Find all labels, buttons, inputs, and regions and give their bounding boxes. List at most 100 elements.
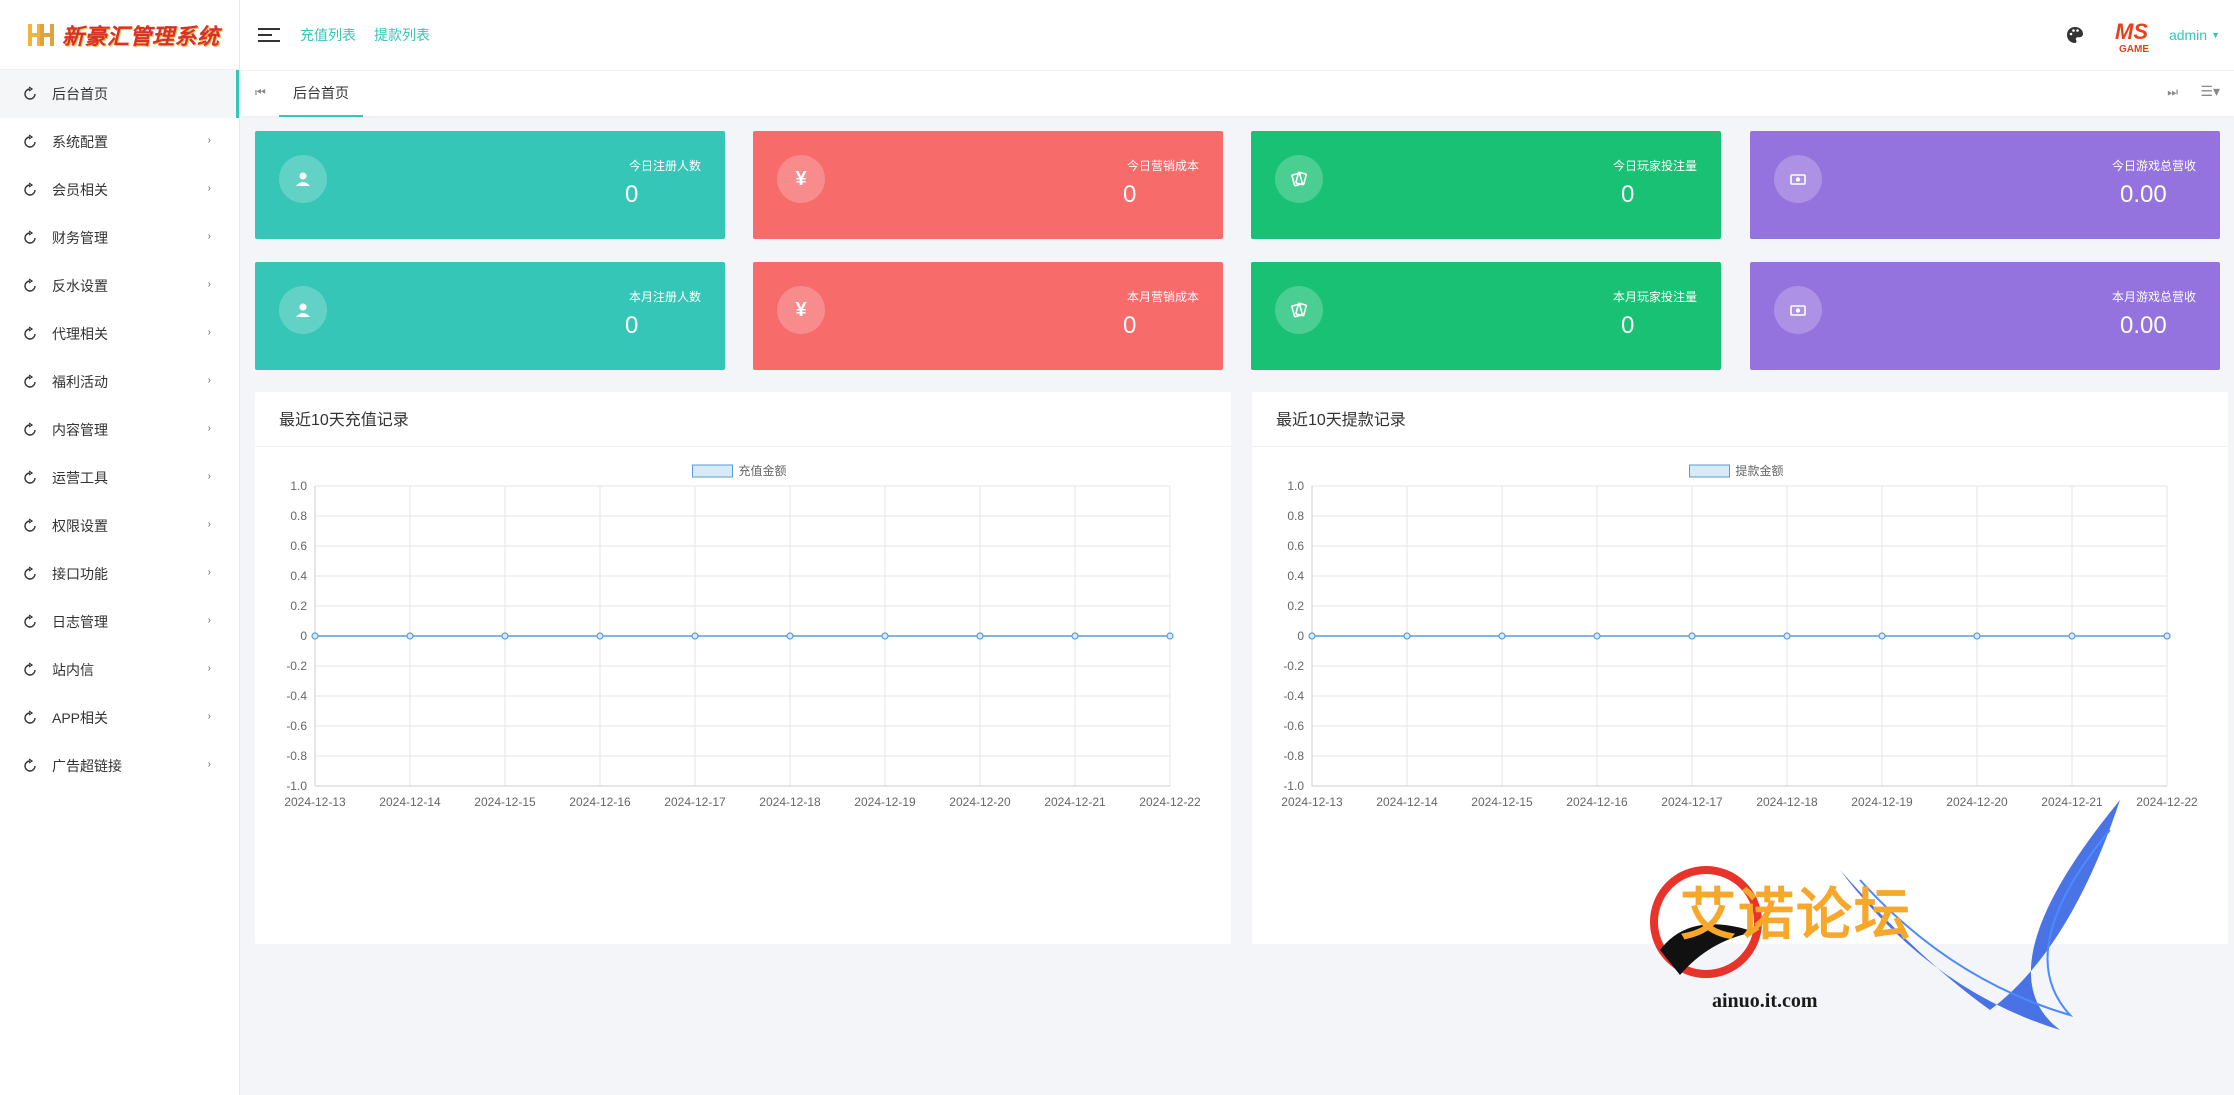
data-point[interactable] (976, 632, 984, 640)
data-point[interactable] (1783, 632, 1791, 640)
y-tick-label: -0.2 (286, 659, 307, 673)
tab-dashboard[interactable]: 后台首页 (279, 71, 363, 117)
sidebar-item-label: 系统配置 (52, 134, 108, 150)
tabs-scroll-right-icon[interactable]: ⏭ (2167, 85, 2178, 100)
data-point[interactable] (501, 632, 509, 640)
stat-value: 0 (625, 181, 639, 208)
y-tick-label: 0.4 (290, 569, 307, 583)
stat-card-month-1: ¥ 本月营销成本 0 (753, 262, 1223, 370)
menu-toggle-icon[interactable] (258, 24, 280, 46)
sidebar-item-1[interactable]: 系统配置 › (0, 118, 239, 166)
x-tick-label: 2024-12-22 (1139, 795, 1201, 809)
y-tick-label: 1.0 (290, 479, 307, 493)
sidebar-item-5[interactable]: 代理相关 › (0, 310, 239, 358)
avatar[interactable]: MS GAME (2111, 15, 2161, 55)
legend-swatch[interactable] (1689, 464, 1730, 478)
refresh-circle-icon (24, 710, 36, 724)
x-tick-label: 2024-12-13 (284, 795, 346, 809)
data-point[interactable] (1498, 632, 1506, 640)
chevron-right-icon: › (207, 375, 211, 386)
yen-icon: ¥ (777, 155, 825, 203)
chevron-right-icon: › (207, 615, 211, 626)
data-point[interactable] (1071, 632, 1079, 640)
sidebar-item-11[interactable]: 日志管理 › (0, 598, 239, 646)
stat-value: 0.00 (2120, 181, 2167, 208)
sidebar-item-8[interactable]: 运营工具 › (0, 454, 239, 502)
tabs-options-icon[interactable]: ☰▾ (2200, 83, 2220, 100)
data-point[interactable] (596, 632, 604, 640)
watermark-url: ainuo.it.com (1712, 990, 1818, 1012)
stat-label: 今日游戏总营收 (2111, 159, 2196, 173)
recharge-chart-title: 最近10天充值记录 (255, 392, 1231, 447)
sidebar-item-13[interactable]: APP相关 › (0, 694, 239, 742)
x-tick-label: 2024-12-16 (569, 795, 631, 809)
sidebar: 新豪汇管理系统 后台首页 系统配置 › 会员相关 › 财务管理 › 反水设置 › 代理相关 › 福利活… (0, 0, 240, 1095)
stat-value: 0 (1123, 312, 1137, 339)
data-point[interactable] (1308, 632, 1316, 640)
refresh-circle-icon (24, 422, 36, 436)
theme-palette-icon[interactable] (2065, 25, 2085, 45)
legend-swatch[interactable] (692, 464, 733, 478)
sidebar-item-label: 接口功能 (52, 566, 108, 582)
withdraw-list-link[interactable]: 提款列表 (374, 25, 430, 45)
sidebar-item-14[interactable]: 广告超链接 › (0, 742, 239, 790)
chevron-right-icon: › (207, 231, 211, 242)
sidebar-item-label: 内容管理 (52, 422, 108, 438)
svg-text:MS: MS (2115, 19, 2148, 44)
y-tick-label: 0.6 (290, 539, 307, 553)
chevron-right-icon: › (207, 711, 211, 722)
y-tick-label: -1.0 (286, 779, 307, 793)
sidebar-item-label: 站内信 (52, 662, 94, 678)
data-point[interactable] (2163, 632, 2171, 640)
stat-label: 本月游戏总营收 (2111, 290, 2196, 304)
stat-card-month-0: 本月注册人数 0 (255, 262, 725, 370)
tabs-scroll-left-icon[interactable]: ⏮ (255, 85, 266, 100)
chevron-right-icon: › (207, 663, 211, 674)
data-point[interactable] (311, 632, 319, 640)
sidebar-item-6[interactable]: 福利活动 › (0, 358, 239, 406)
data-point[interactable] (406, 632, 414, 640)
caret-down-icon[interactable]: ▼ (2211, 30, 2220, 40)
data-point[interactable] (2068, 632, 2076, 640)
data-point[interactable] (691, 632, 699, 640)
data-point[interactable] (1166, 632, 1174, 640)
data-point[interactable] (1878, 632, 1886, 640)
x-tick-label: 2024-12-14 (1376, 795, 1438, 809)
x-tick-label: 2024-12-15 (474, 795, 536, 809)
sidebar-item-9[interactable]: 权限设置 › (0, 502, 239, 550)
sidebar-item-3[interactable]: 财务管理 › (0, 214, 239, 262)
stat-value: 0 (1621, 181, 1635, 208)
sidebar-item-label: 反水设置 (52, 278, 108, 294)
watermark: 艾诺论坛 ainuo.it.com (1650, 800, 2130, 1060)
y-tick-label: 0.2 (290, 599, 307, 613)
sidebar-item-10[interactable]: 接口功能 › (0, 550, 239, 598)
user-menu[interactable]: admin (2169, 27, 2207, 43)
sidebar-item-4[interactable]: 反水设置 › (0, 262, 239, 310)
data-point[interactable] (1973, 632, 1981, 640)
data-point[interactable] (1403, 632, 1411, 640)
stat-card-today-0: 今日注册人数 0 (255, 131, 725, 239)
x-tick-label: 2024-12-16 (1566, 795, 1628, 809)
sidebar-item-0[interactable]: 后台首页 (0, 70, 239, 118)
app-logo[interactable]: 新豪汇管理系统 (0, 0, 239, 70)
data-point[interactable] (786, 632, 794, 640)
stat-card-month-3: 本月游戏总营收 0.00 (1750, 262, 2220, 370)
refresh-circle-icon (24, 518, 36, 532)
sidebar-item-label: APP相关 (52, 710, 109, 726)
sidebar-item-7[interactable]: 内容管理 › (0, 406, 239, 454)
chevron-right-icon: › (207, 567, 211, 578)
cards-icon (1275, 286, 1323, 334)
y-tick-label: -0.8 (286, 749, 307, 763)
stat-label: 本月玩家投注量 (1612, 290, 1697, 304)
chevron-right-icon: › (207, 471, 211, 482)
data-point[interactable] (1688, 632, 1696, 640)
sidebar-item-12[interactable]: 站内信 › (0, 646, 239, 694)
refresh-circle-icon (24, 134, 36, 148)
stat-value: 0.00 (2120, 312, 2167, 339)
data-point[interactable] (881, 632, 889, 640)
sidebar-item-2[interactable]: 会员相关 › (0, 166, 239, 214)
refresh-circle-icon (24, 326, 36, 340)
refresh-circle-icon (24, 614, 36, 628)
recharge-list-link[interactable]: 充值列表 (300, 25, 356, 45)
data-point[interactable] (1593, 632, 1601, 640)
